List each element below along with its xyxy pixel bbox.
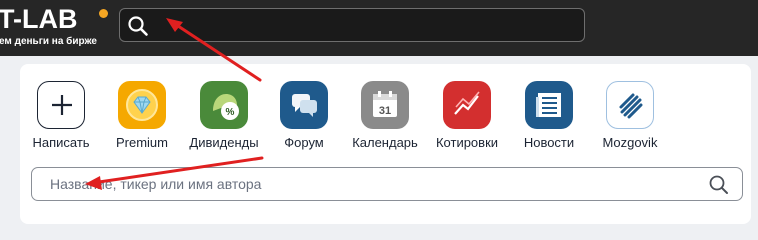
author-search-input[interactable] [50,175,690,193]
app-quotes[interactable]: Котировки [422,81,512,150]
diamond-icon[interactable] [118,81,166,129]
plus-icon[interactable] [37,81,85,129]
app-news[interactable]: Новости [504,81,594,150]
app-label: Дивиденды [189,135,259,150]
app-label: Календарь [352,135,418,150]
newspaper-icon[interactable] [525,81,573,129]
logo[interactable]: T-LAB [0,3,77,35]
svg-text:%: % [226,107,235,118]
app-mozgovik[interactable]: Mozgovik [585,81,675,150]
app-label: Premium [115,135,168,150]
app-calendar[interactable]: 31 Календарь [340,81,430,150]
app-dividends[interactable]: % Дивиденды [179,81,269,150]
header-search-box[interactable] [119,8,585,42]
app-forum[interactable]: Форум [259,81,349,150]
app-label: Форум [284,135,324,150]
chart-line-icon[interactable] [443,81,491,129]
calendar-day: 31 [379,105,391,117]
app-premium[interactable]: Premium [97,81,187,150]
search-icon[interactable] [127,15,149,42]
top-bar: T-LAB ем деньги на бирже [0,0,758,56]
chat-bubbles-icon[interactable] [280,81,328,129]
logo-dot [99,9,108,18]
logo-tagline: ем деньги на бирже [0,36,97,47]
app-label: Написать [32,135,90,150]
search-icon[interactable] [708,174,730,201]
dividends-bag-icon[interactable]: % [200,81,248,129]
author-search-box[interactable] [31,167,743,201]
calendar-icon[interactable]: 31 [361,81,409,129]
app-label: Котировки [435,135,499,150]
mozgovik-logo-icon[interactable] [606,81,654,129]
app-label: Новости [523,135,575,150]
app-label: Mozgovik [602,135,658,150]
app-write[interactable]: Написать [16,81,106,150]
